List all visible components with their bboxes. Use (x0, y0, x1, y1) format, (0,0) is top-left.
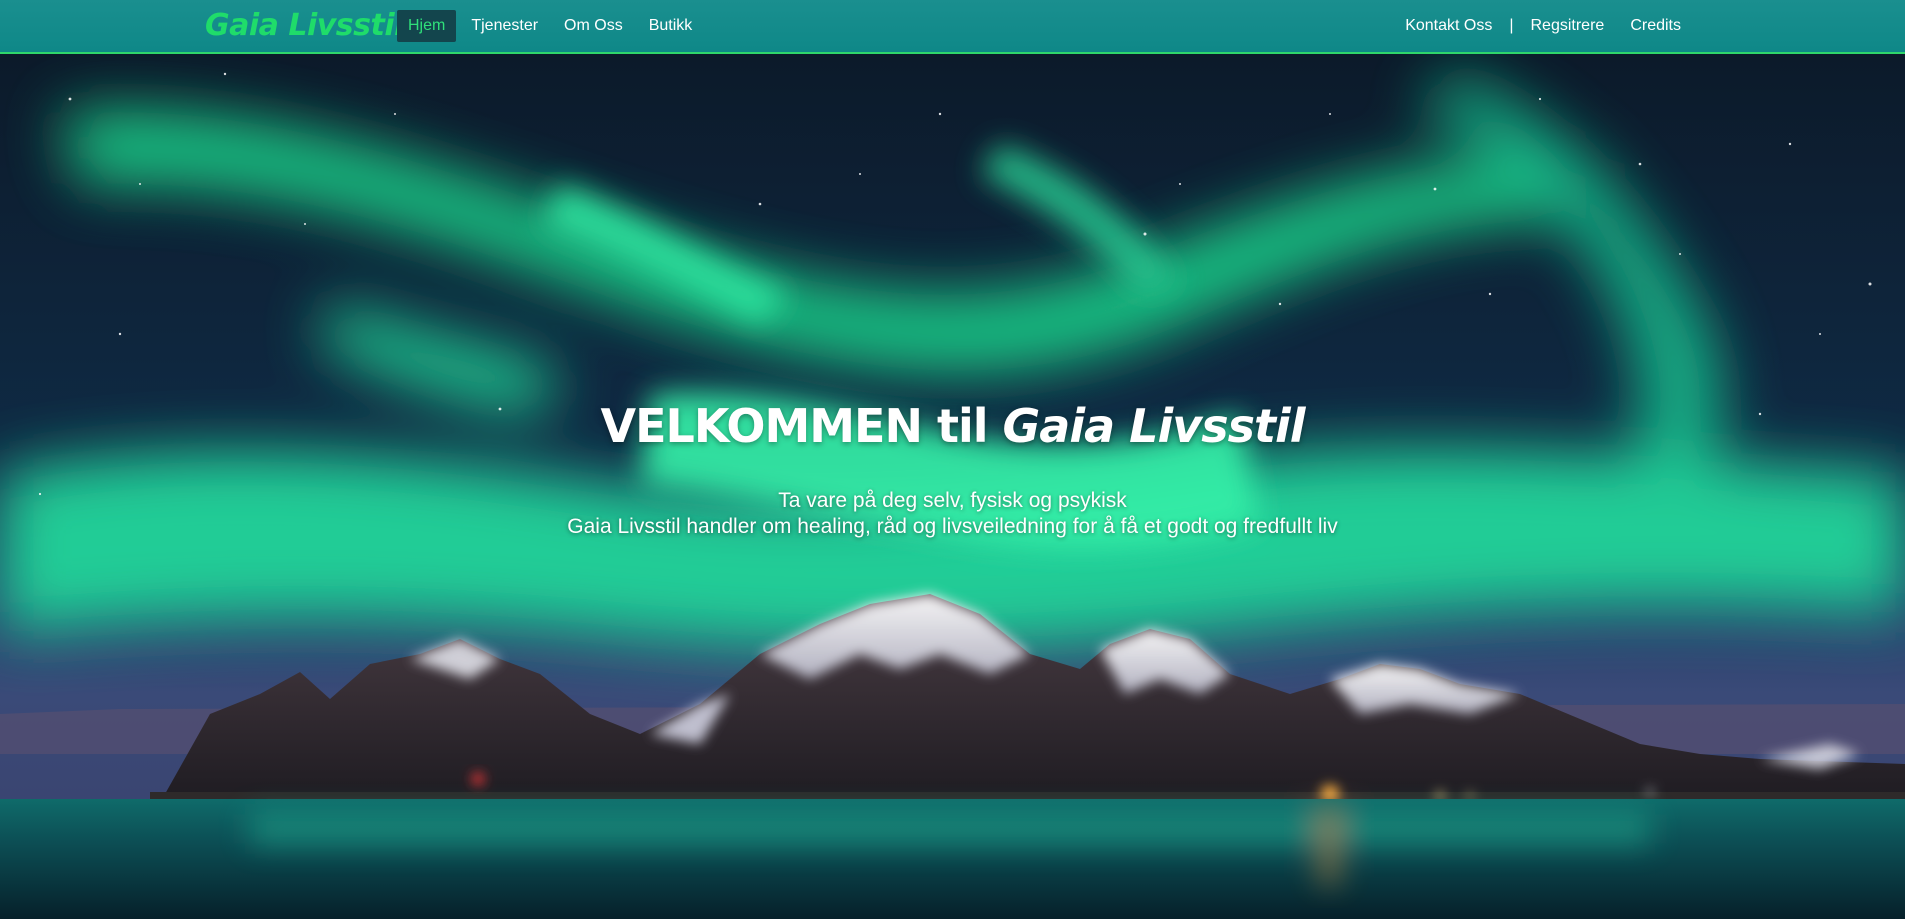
nav-left-group: Hjem Tjenester Om Oss Butikk (397, 10, 707, 42)
hero-section: VELKOMMEN til Gaia Livsstil Ta vare på d… (0, 54, 1905, 919)
hero-subtitle-line2: Gaia Livsstil handler om healing, råd og… (567, 515, 1338, 538)
nav-item-hjem[interactable]: Hjem (397, 10, 457, 42)
top-navbar: Gaia Livsstil Hjem Tjenester Om Oss Buti… (0, 0, 1905, 54)
nav-item-kontakt-oss[interactable]: Kontakt Oss (1392, 10, 1505, 42)
nav-item-credits[interactable]: Credits (1617, 10, 1694, 42)
nav-item-om-oss[interactable]: Om Oss (553, 10, 634, 42)
hero-title-prefix: VELKOMMEN til (600, 399, 1003, 453)
nav-right-group: Kontakt Oss | Regsitrere Credits (1392, 10, 1694, 42)
hero-subtitle: Ta vare på deg selv, fysisk og psykisk G… (0, 488, 1905, 540)
hero-content: VELKOMMEN til Gaia Livsstil Ta vare på d… (0, 394, 1905, 540)
hero-title-brand: Gaia Livsstil (1002, 399, 1306, 453)
brand-logo-link[interactable]: Gaia Livsstil (205, 4, 404, 48)
nav-item-tjenester[interactable]: Tjenester (460, 10, 549, 42)
hero-title: VELKOMMEN til Gaia Livsstil (0, 394, 1905, 458)
nav-item-butikk[interactable]: Butikk (638, 10, 704, 42)
nav-separator: | (1509, 17, 1514, 34)
nav-item-registrere[interactable]: Regsitrere (1518, 10, 1618, 42)
hero-subtitle-line1: Ta vare på deg selv, fysisk og psykisk (778, 489, 1127, 512)
